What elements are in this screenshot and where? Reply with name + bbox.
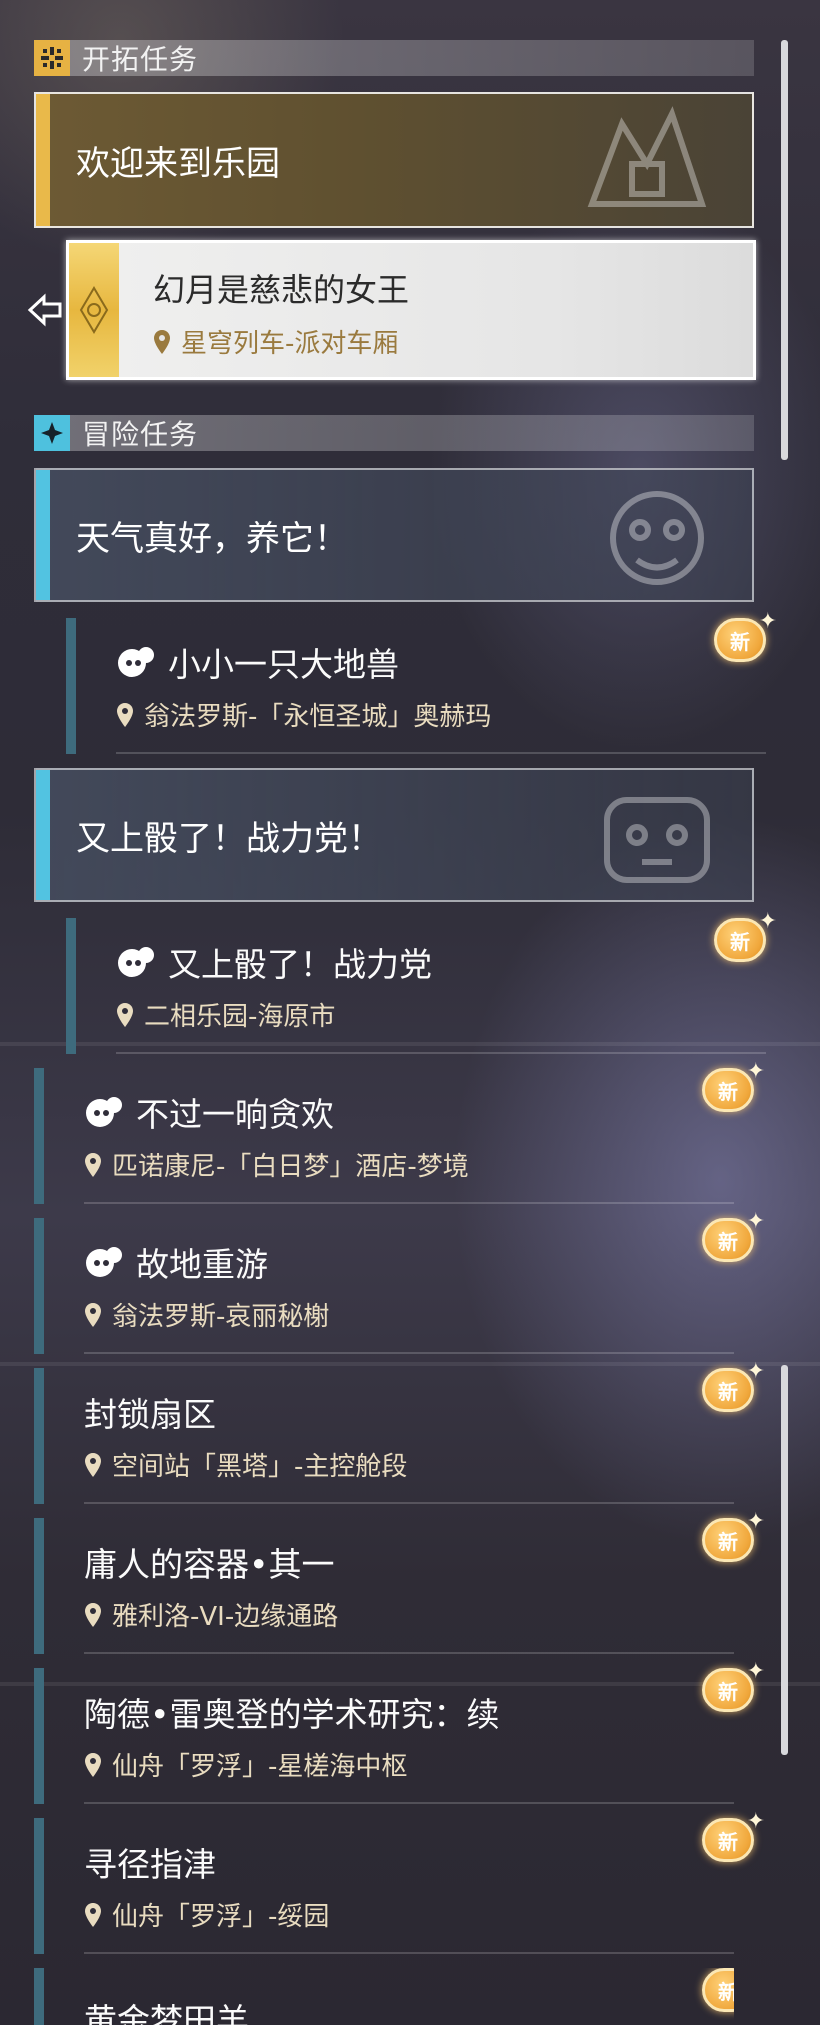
quest-accent-bar: [34, 1668, 44, 1804]
selected-arrow-icon: [27, 293, 62, 327]
quest-title: 不过一晌贪欢: [136, 1095, 334, 1134]
adventure-group-card[interactable]: 又上骰了！战力党！: [34, 768, 754, 902]
map-pin-icon: [117, 1002, 133, 1027]
quest-divider: [84, 1952, 734, 1954]
map-pin-icon: [85, 1902, 101, 1927]
quest-title: 小小一只大地兽: [168, 645, 399, 684]
adventure-group-card[interactable]: 天气真好，养它！: [34, 468, 754, 602]
selected-quest-title: 幻月是慈悲的女王: [153, 271, 410, 309]
quest-row[interactable]: 黄金梦田羊 新: [34, 1968, 734, 2025]
quest-title: 故地重游: [136, 1245, 268, 1284]
quest-accent-bar: [34, 1368, 44, 1504]
quest-divider: [116, 1052, 766, 1054]
new-badge-icon: 新 ✦: [702, 1809, 765, 1862]
quest-location: 翁法罗斯-哀丽秘榭: [112, 1302, 330, 1332]
new-badge-icon: 新 ✦: [702, 1659, 765, 1712]
quest-divider: [84, 1802, 734, 1804]
quest-location: 仙舟「罗浮」-星槎海中枢: [112, 1752, 408, 1782]
trailblaze-group-card[interactable]: 欢迎来到乐园: [34, 92, 754, 228]
new-badge-icon: 新 ✦: [702, 1209, 765, 1262]
new-badge-icon: 新 ✦: [714, 909, 777, 962]
adventure-group-title: 又上骰了！战力党！: [76, 818, 382, 859]
pom-pom-icon: [86, 1247, 122, 1277]
selected-quest-location: 星穹列车-派对车厢: [153, 323, 398, 360]
selected-quest-location-text: 星穹列车-派对车厢: [181, 329, 399, 359]
pom-pom-icon: [118, 647, 154, 677]
quest-divider: [84, 1202, 734, 1204]
quest-title: 黄金梦田羊: [84, 2001, 249, 2025]
quest-location: 空间站「黑塔」-主控舱段: [112, 1452, 408, 1482]
adventure-icon: [34, 415, 70, 451]
quest-row[interactable]: 又上骰了！战力党 二相乐园-海原市 新 ✦: [66, 909, 777, 1054]
map-pin-icon: [117, 702, 133, 727]
group-accent-bar: [36, 770, 50, 900]
new-badge-icon: 新 ✦: [702, 1509, 765, 1562]
quest-accent-bar: [34, 1518, 44, 1654]
new-badge-icon: 新: [702, 1968, 734, 2012]
pom-pom-icon: [118, 947, 154, 977]
quest-title: 封锁扇区: [84, 1395, 216, 1434]
quest-location: 雅利洛-VI-边缘通路: [112, 1602, 339, 1632]
quest-accent-bar: [34, 1968, 44, 2025]
quest-divider: [84, 1652, 734, 1654]
quest-row[interactable]: 陶德•雷奥登的学术研究：续 仙舟「罗浮」-星槎海中枢 新 ✦: [34, 1659, 765, 1804]
quest-title: 寻径指津: [84, 1845, 216, 1884]
quest-accent-bar: [66, 618, 76, 754]
scrollbar-thumb-top[interactable]: [781, 40, 788, 460]
new-badge-icon: 新 ✦: [702, 1059, 765, 1112]
adventure-section-header: 冒险任务: [34, 415, 754, 451]
trailblaze-section-header: 开拓任务: [34, 40, 754, 76]
map-pin-icon: [85, 1302, 101, 1327]
group-emblem-icon: [587, 106, 707, 207]
quest-location: 仙舟「罗浮」-绥园: [112, 1902, 330, 1932]
new-badge-icon: 新 ✦: [714, 609, 777, 662]
map-pin-icon: [85, 1452, 101, 1477]
trailblaze-group-title: 欢迎来到乐园: [76, 143, 280, 184]
quest-row[interactable]: 庸人的容器•其一 雅利洛-VI-边缘通路 新 ✦: [34, 1509, 765, 1654]
quest-divider: [116, 752, 766, 754]
group-emblem-icon: [610, 491, 704, 585]
selected-quest-card[interactable]: 幻月是慈悲的女王 星穹列车-派对车厢: [66, 240, 756, 380]
scrollbar-thumb-mid[interactable]: [781, 1365, 788, 1755]
quest-type-badge: [69, 243, 119, 377]
new-badge-icon: 新 ✦: [702, 1359, 765, 1412]
map-pin-icon: [85, 1602, 101, 1627]
quest-divider: [84, 1352, 734, 1354]
quest-divider: [84, 1502, 734, 1504]
group-accent-bar: [36, 94, 50, 226]
quest-row[interactable]: 寻径指津 仙舟「罗浮」-绥园 新 ✦: [34, 1809, 765, 1954]
quest-accent-bar: [34, 1218, 44, 1354]
quest-accent-bar: [34, 1068, 44, 1204]
map-pin-icon: [85, 1152, 101, 1177]
quest-location: 翁法罗斯-「永恒圣城」奥赫玛: [144, 702, 492, 732]
quest-row[interactable]: 封锁扇区 空间站「黑塔」-主控舱段 新 ✦: [34, 1359, 765, 1504]
quest-title: 庸人的容器•其一: [84, 1545, 335, 1584]
map-pin-icon: [85, 1752, 101, 1777]
quest-row[interactable]: 不过一晌贪欢 匹诺康尼-「白日梦」酒店-梦境 新 ✦: [34, 1059, 765, 1204]
quest-title: 陶德•雷奥登的学术研究：续: [84, 1695, 500, 1734]
quest-accent-bar: [34, 1818, 44, 1954]
quest-row[interactable]: 故地重游 翁法罗斯-哀丽秘榭 新 ✦: [34, 1209, 765, 1354]
map-pin-icon: [154, 329, 170, 354]
quest-row[interactable]: 小小一只大地兽 翁法罗斯-「永恒圣城」奥赫玛 新 ✦: [66, 609, 777, 754]
quest-title: 又上骰了！战力党: [168, 945, 432, 984]
group-emblem-icon: [604, 797, 710, 883]
trailblaze-icon: [34, 40, 70, 76]
quest-location: 匹诺康尼-「白日梦」酒店-梦境: [112, 1152, 469, 1182]
quest-location: 二相乐园-海原市: [144, 1002, 336, 1032]
quest-accent-bar: [66, 918, 76, 1054]
adventure-group-title: 天气真好，养它！: [76, 518, 348, 559]
pom-pom-icon: [86, 1097, 122, 1127]
adventure-section-title: 冒险任务: [82, 418, 199, 451]
group-accent-bar: [36, 470, 50, 600]
trailblaze-section-title: 开拓任务: [82, 43, 199, 76]
